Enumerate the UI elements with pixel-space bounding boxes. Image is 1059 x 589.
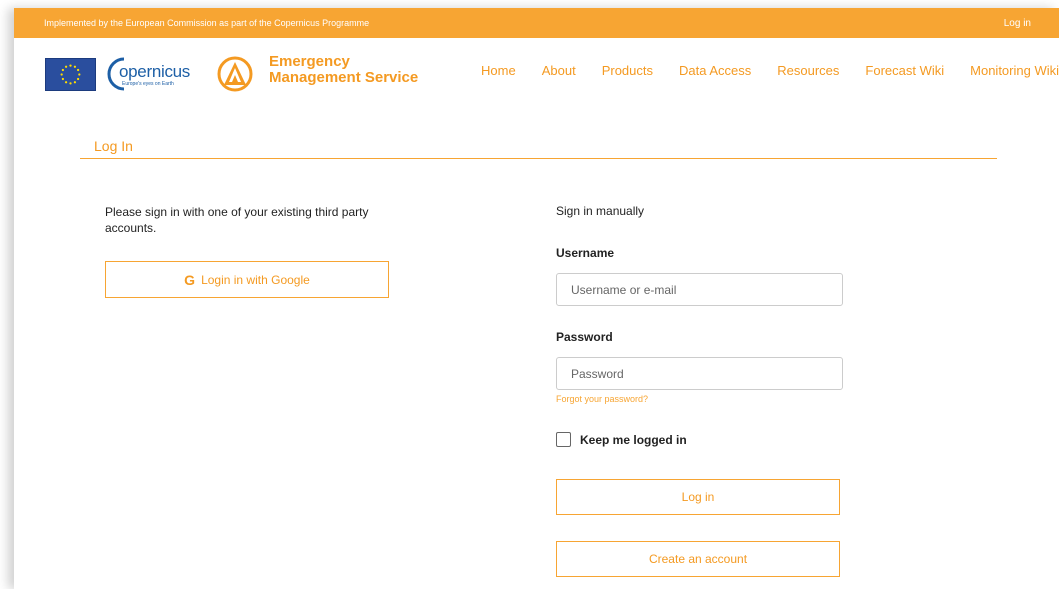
ems-title[interactable]: Emergency Management Service — [269, 54, 418, 86]
page-title: Log In — [94, 138, 133, 154]
title-divider — [80, 158, 997, 159]
third-party-intro: Please sign in with one of your existing… — [105, 205, 369, 235]
nav-home[interactable]: Home — [481, 63, 516, 78]
forgot-password-link[interactable]: Forgot your password? — [556, 394, 648, 404]
ems-logo-icon[interactable] — [216, 55, 254, 93]
username-input[interactable] — [556, 273, 843, 306]
main-nav: Home About Products Data Access Resource… — [481, 63, 1059, 78]
eu-stars-icon — [60, 64, 81, 85]
site-header: opernicus Europe's eyes on Earth Emergen… — [14, 38, 1059, 100]
ems-title-line1: Emergency — [269, 53, 350, 70]
google-login-label: Login in with Google — [201, 272, 310, 287]
keep-logged-in-label: Keep me logged in — [580, 432, 687, 447]
manual-signin-heading: Sign in manually — [556, 204, 645, 218]
keep-logged-in-checkbox[interactable] — [556, 432, 571, 447]
nav-resources[interactable]: Resources — [777, 63, 839, 78]
login-button[interactable]: Log in — [556, 479, 840, 515]
nav-about[interactable]: About — [542, 63, 576, 78]
username-label: Username — [556, 246, 615, 260]
ems-title-line2: Management Service — [269, 69, 419, 86]
keep-logged-in[interactable]: Keep me logged in — [556, 432, 687, 447]
nav-forecast-wiki[interactable]: Forecast Wiki — [865, 63, 944, 78]
nav-monitoring-wiki[interactable]: Monitoring Wiki — [970, 63, 1059, 78]
third-party-section: Please sign in with one of your existing… — [105, 204, 405, 236]
top-bar: Implemented by the European Commission a… — [14, 8, 1059, 38]
copernicus-logo[interactable]: opernicus Europe's eyes on Earth — [100, 56, 200, 92]
top-login-link[interactable]: Log in — [1004, 18, 1031, 29]
password-label: Password — [556, 330, 613, 344]
copernicus-tagline: Europe's eyes on Earth — [122, 81, 174, 87]
nav-data-access[interactable]: Data Access — [679, 63, 751, 78]
page: Implemented by the European Commission a… — [14, 8, 1059, 589]
create-account-button[interactable]: Create an account — [556, 541, 840, 577]
nav-products[interactable]: Products — [602, 63, 653, 78]
eu-flag-logo[interactable] — [45, 58, 96, 91]
password-input[interactable] — [556, 357, 843, 390]
copernicus-wordmark: opernicus — [119, 62, 191, 81]
programme-notice: Implemented by the European Commission a… — [44, 18, 370, 28]
google-icon: G — [184, 271, 196, 288]
google-login-button[interactable]: G Login in with Google — [105, 261, 389, 298]
manual-signin-section: Sign in manually — [556, 204, 846, 218]
